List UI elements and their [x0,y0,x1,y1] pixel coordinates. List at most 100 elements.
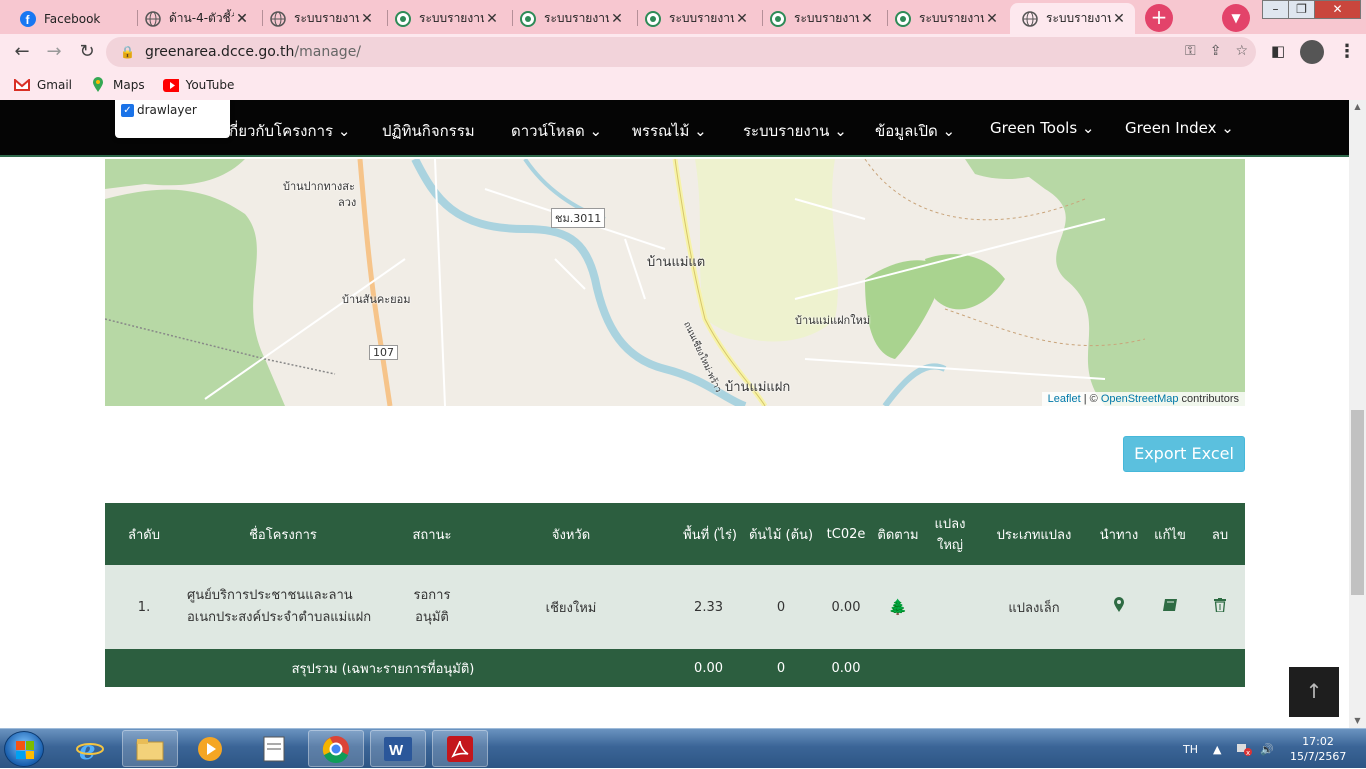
back-arrow-icon[interactable]: ← [10,41,34,65]
language-indicator[interactable]: TH [1183,729,1198,769]
tab-close-icon[interactable]: ✕ [859,11,875,27]
facebook-icon: f [20,10,36,27]
bookmark-label: Maps [113,78,145,92]
tab-report-2[interactable]: ระบบรายงานผล ✕ [383,3,508,34]
window-maximize-button[interactable]: ❐ [1288,0,1315,19]
media-player-icon[interactable] [182,730,238,767]
new-tab-button[interactable]: + [1145,4,1173,32]
lock-icon: 🔒 [120,45,135,59]
cell-tco2e: 0.00 [821,565,871,649]
tab-report-6[interactable]: ระบบรายงานผล ✕ [883,3,1008,34]
page-content: เกี่ยวกับโครงการ ⌄ ปฏิทินกิจกรรม ดาวน์โห… [0,100,1366,728]
tray-expand-icon[interactable]: ▲ [1213,729,1221,769]
attribution-separator: | © [1080,393,1101,405]
forward-arrow-icon[interactable]: → [42,41,66,65]
summary-empty [871,649,1245,687]
osm-link[interactable]: OpenStreetMap [1101,393,1179,405]
drawlayer-control[interactable]: ✓ drawlayer [115,100,230,138]
gmail-icon [14,78,30,92]
trash-icon[interactable] [1214,598,1226,613]
tab-title: ระบบรายงานผล [794,11,859,25]
tab-report-3[interactable]: ระบบรายงานผล ✕ [508,3,633,34]
tab-title: ระบบรายงานผล [294,11,359,25]
volume-icon[interactable]: 🔊 [1260,729,1274,769]
scroll-down-icon[interactable]: ▼ [1349,714,1366,728]
export-excel-button[interactable]: Export Excel [1123,436,1245,472]
bookmark-maps[interactable]: Maps [90,77,145,92]
summary-row: สรุปรวม (เฉพาะรายการที่อนุมัติ) 0.00 0 0… [105,649,1245,687]
tab-indicator[interactable]: ด้าน-4-ตัวชี้วัด ✕ [133,3,258,34]
book-edit-icon[interactable] [1162,598,1178,612]
key-icon[interactable]: ⚿ [1185,43,1196,59]
start-button[interactable] [4,731,44,767]
acrobat-icon[interactable] [432,730,488,767]
nav-about[interactable]: เกี่ยวกับโครงการ ⌄ [224,119,350,143]
leaflet-link[interactable]: Leaflet [1048,393,1081,405]
reload-icon[interactable]: ↻ [75,41,99,65]
share-icon[interactable]: ⇪ [1210,43,1222,59]
windows-taskbar: e W TH ▲ x 🔊 17:02 15/7/2567 [0,728,1366,768]
cell-status: รอการ อนุมัติ [383,565,481,649]
nav-download[interactable]: ดาวน์โหลด ⌄ [511,119,602,143]
nav-green-index[interactable]: Green Index ⌄ [1125,119,1234,137]
cell-edit[interactable] [1145,565,1195,649]
star-icon[interactable]: ☆ [1235,43,1248,59]
tab-close-icon[interactable]: ✕ [609,11,625,27]
page-scrollbar[interactable]: ▲ ▼ [1349,100,1366,728]
nav-green-tools[interactable]: Green Tools ⌄ [990,119,1094,137]
tab-close-icon[interactable]: ✕ [734,11,750,27]
file-explorer-icon[interactable] [122,730,178,767]
cell-follow[interactable]: 🌲 [871,565,925,649]
nav-report[interactable]: ระบบรายงาน ⌄ [743,119,847,143]
cell-navigate[interactable] [1093,565,1145,649]
map-attribution: Leaflet | © OpenStreetMap contributors [1041,392,1245,406]
tab-close-icon[interactable]: ✕ [359,11,375,27]
map-label: ลวง [338,196,357,209]
cell-delete[interactable] [1195,565,1245,649]
map-label: บ้านแม่แฝก [725,380,791,395]
window-minimize-button[interactable]: – [1262,0,1289,19]
chrome-icon[interactable] [308,730,364,767]
col-header: ติดตาม [871,503,925,565]
bookmark-gmail[interactable]: Gmail [14,78,72,92]
tab-report-4[interactable]: ระบบรายงานผล ✕ [633,3,758,34]
nav-plants[interactable]: พรรณไม้ ⌄ [632,119,707,143]
summary-label: สรุปรวม (เฉพาะรายการที่อนุมัติ) [105,649,661,687]
bookmark-youtube[interactable]: YouTube [162,78,234,92]
tab-report-5[interactable]: ระบบรายงานผล ✕ [758,3,883,34]
tab-search-chevron-down-icon[interactable]: ▼ [1222,4,1250,32]
notepad-icon[interactable] [246,730,302,767]
network-warning-icon[interactable]: x [1236,729,1252,769]
tab-report-active[interactable]: ระบบรายงานผล ✕ [1010,3,1135,34]
tab-close-icon[interactable]: ✕ [484,11,500,27]
globe-icon [145,10,161,27]
scrollbar-thumb[interactable] [1351,410,1364,595]
col-header: ประเภทแปลง [975,503,1093,565]
tab-close-icon[interactable]: ✕ [234,11,250,27]
url-text: greenarea.dcce.go.th/manage/ [145,44,361,60]
tab-close-icon[interactable]: ✕ [984,11,1000,27]
back-to-top-button[interactable]: ↑ [1289,667,1339,717]
map-pin-icon[interactable] [1113,597,1125,613]
tab-close-icon[interactable]: ✕ [1111,11,1127,27]
table-row: 1. ศูนย์บริการประชาชนและลาน อเนกประสงค์ป… [105,565,1245,649]
window-close-button[interactable]: ✕ [1314,0,1361,19]
scroll-up-icon[interactable]: ▲ [1349,100,1366,114]
side-panel-icon[interactable]: ◧ [1271,42,1285,60]
tab-report-1[interactable]: ระบบรายงานผล ✕ [258,3,383,34]
project-name-line: ศูนย์บริการประชาชนและลาน [187,588,353,603]
address-bar[interactable]: 🔒 greenarea.dcce.go.th/manage/ ⚿ ⇪ ☆ [106,37,1256,67]
taskbar-clock[interactable]: 17:02 15/7/2567 [1290,734,1346,764]
word-icon[interactable]: W [370,730,426,767]
nav-open-data[interactable]: ข้อมูลเปิด ⌄ [875,119,955,143]
tree-icon[interactable]: 🌲 [889,598,908,616]
cell-area: 2.33 [661,565,741,649]
kebab-menu-icon[interactable]: ⋮ [1338,41,1356,62]
ie-icon[interactable]: e [62,730,118,767]
checkbox-checked-icon[interactable]: ✓ [121,104,134,117]
profile-avatar[interactable] [1300,40,1324,64]
map-view[interactable]: บ้านปากทางสะ ลวง ชม.3011 บ้านแม่แต บ้านส… [105,159,1245,406]
col-header: ต้นไม้ (ต้น) [741,503,821,565]
nav-calendar[interactable]: ปฏิทินกิจกรรม [382,119,475,143]
map-label: บ้านแม่แต [647,255,706,270]
